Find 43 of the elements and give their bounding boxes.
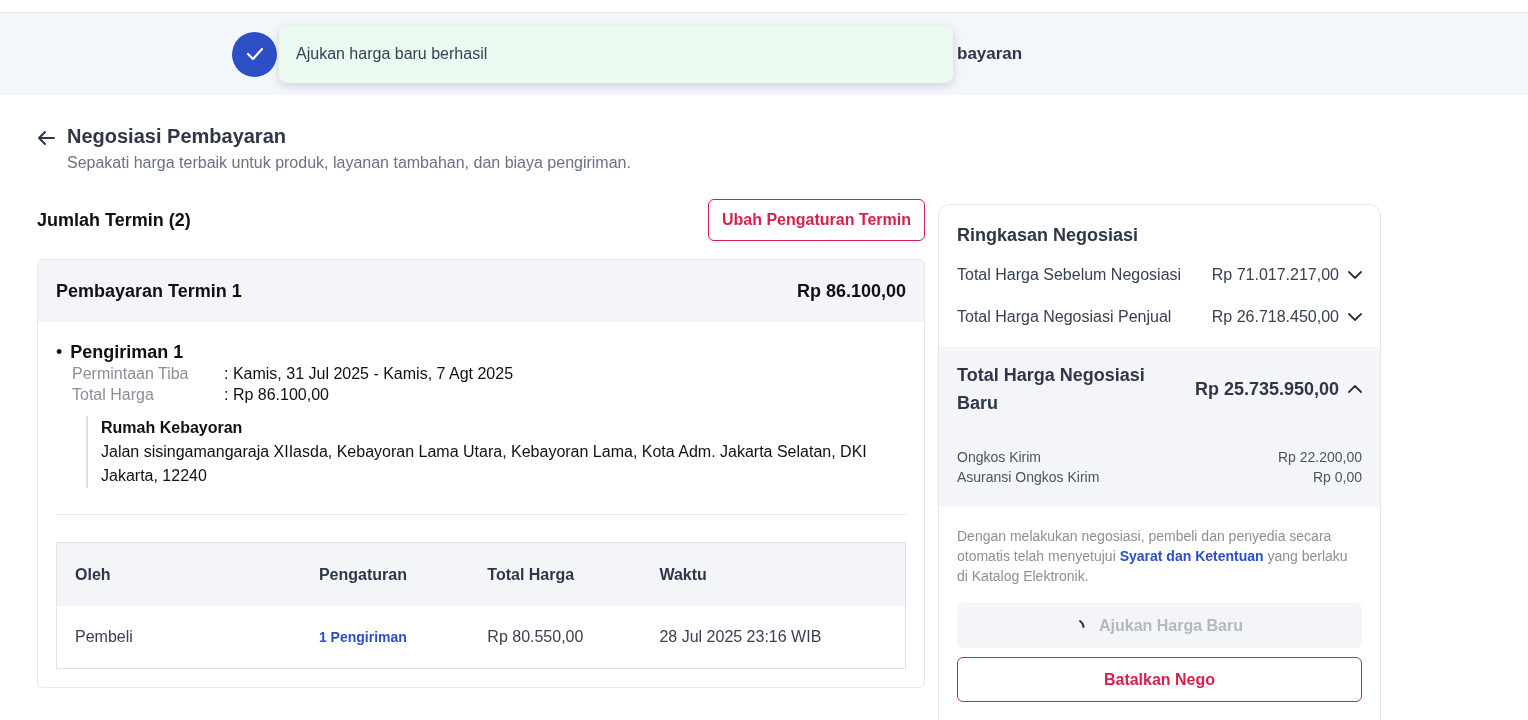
- termin-count-heading: Jumlah Termin (2): [37, 209, 191, 231]
- summary-label: Total Harga Negosiasi Penjual: [957, 308, 1172, 326]
- summary-value: Rp 26.718.450,00: [1211, 308, 1339, 326]
- table-cell: Rp 80.550,00: [469, 606, 642, 669]
- table-cell: Pembeli: [56, 606, 301, 669]
- column-header: Oleh: [56, 542, 301, 606]
- summary-title: Ringkasan Negosiasi: [957, 225, 1140, 246]
- page-subtitle: Sepakati harga terbaik untuk produk, layanan tambahan, dan biaya pengiriman.: [67, 154, 631, 172]
- address-text: Jalan sisingamangaraja XIIasda, Kebayoran Lama Utara, Kebayoran Lama, Kota Adm. Jakarta Selatan, DKI Jakarta, 12240: [101, 442, 868, 486]
- table-cell: 28 Jul 2025 23:16 WIB: [641, 606, 906, 669]
- field-label: Permintaan Tiba: [72, 365, 190, 383]
- page-title: Negosiasi Pembayaran: [67, 125, 287, 148]
- detail-value: Rp 22.200,00: [1277, 448, 1362, 467]
- address-name: Rumah Kebayoran: [101, 418, 244, 438]
- total-value: Rp 25.735.950,00: [1194, 378, 1339, 400]
- bullet: •: [56, 342, 63, 363]
- success-toast: Ajukan harga baru berhasil: [279, 25, 953, 83]
- cancel-nego-button[interactable]: Batalkan Nego: [957, 657, 1362, 702]
- summary-label: Total Harga Sebelum Negosiasi: [957, 266, 1182, 284]
- shipment-title: Pengiriman 1: [70, 342, 184, 363]
- column-header: Total Harga: [469, 542, 642, 606]
- disclaimer-text: Dengan melakukan negosiasi, pembeli dan penyedia secara otomatis telah menyetujui Syarat dan Ketentuan yang berlaku di Katalog Elektronik.: [956, 527, 1349, 586]
- summary-value: Rp 71.017.217,00: [1211, 266, 1339, 284]
- field-value: : Kamis, 31 Jul 2025 - Kamis, 7 Agt 2025: [224, 365, 514, 383]
- chevron-down-icon[interactable]: [1348, 271, 1362, 279]
- column-header: Waktu: [641, 542, 906, 606]
- field-value: : Rp 86.100,00: [224, 386, 330, 404]
- step-label: bayaran: [957, 44, 1023, 64]
- detail-value: Rp 0,00: [1312, 468, 1362, 487]
- shipment-link[interactable]: 1 Pengiriman: [318, 629, 407, 645]
- total-label: Total Harga Negosiasi Baru: [957, 364, 1146, 415]
- payment-amount: Rp 86.100,00: [796, 280, 906, 302]
- check-icon: [245, 47, 264, 61]
- column-header: Pengaturan: [300, 542, 470, 606]
- payment-title: Pembayaran Termin 1: [56, 280, 242, 302]
- chevron-down-icon[interactable]: [1348, 313, 1362, 321]
- back-arrow-icon[interactable]: [37, 130, 55, 146]
- terms-link[interactable]: Syarat dan Ketentuan: [1119, 548, 1264, 564]
- edit-termin-button[interactable]: Ubah Pengaturan Termin: [707, 199, 925, 241]
- field-label: Total Harga: [72, 386, 155, 404]
- detail-label: Asuransi Ongkos Kirim: [957, 468, 1100, 487]
- chevron-up-icon[interactable]: [1348, 385, 1362, 393]
- detail-label: Ongkos Kirim: [957, 448, 1042, 467]
